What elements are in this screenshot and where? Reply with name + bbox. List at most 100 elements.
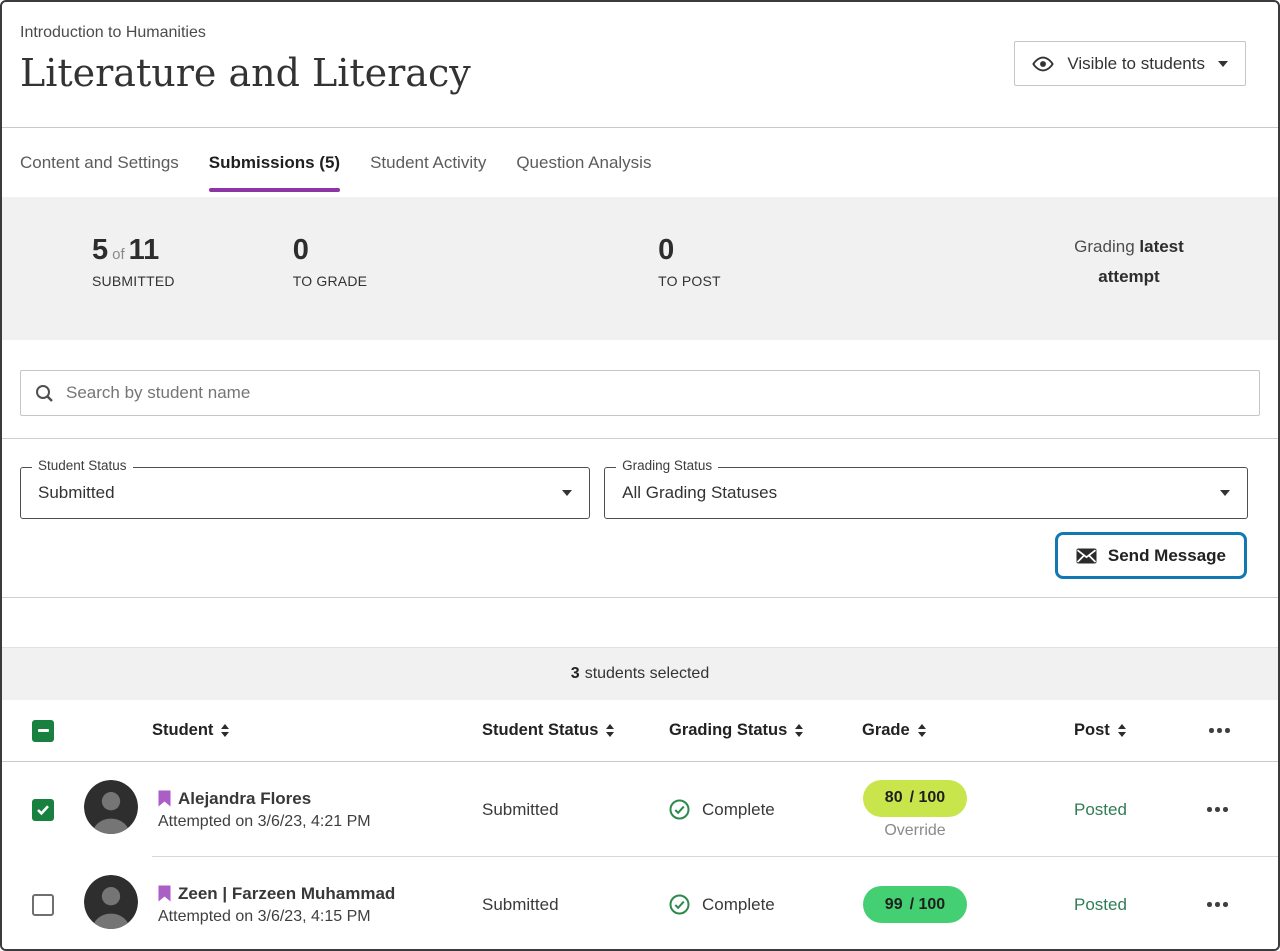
column-header-student-status[interactable]: Student Status bbox=[482, 721, 669, 740]
student-name: Alejandra Flores bbox=[178, 789, 311, 809]
table-row: Zeen | Farzeen Muhammad Attempted on 3/6… bbox=[2, 857, 1278, 951]
eye-icon bbox=[1032, 56, 1054, 72]
tab-content-and-settings[interactable]: Content and Settings bbox=[20, 128, 194, 197]
sort-arrows-icon bbox=[221, 724, 229, 737]
grade-cell: 99 / 100 bbox=[862, 886, 1074, 923]
row-checkbox-unchecked[interactable] bbox=[32, 894, 54, 916]
grade-out-of: / 100 bbox=[910, 896, 946, 914]
bookmark-icon bbox=[158, 790, 171, 807]
grade-note: Override bbox=[884, 822, 945, 840]
column-label: Post bbox=[1074, 721, 1110, 740]
student-cell[interactable]: Alejandra Flores Attempted on 3/6/23, 4:… bbox=[158, 789, 482, 831]
sort-arrows-icon bbox=[918, 724, 926, 737]
student-status-label: Student Status bbox=[32, 458, 133, 473]
column-header-post[interactable]: Post bbox=[1074, 721, 1205, 740]
check-circle-icon bbox=[669, 894, 690, 915]
tab-bar: Content and Settings Submissions (5) Stu… bbox=[2, 128, 1278, 197]
tab-student-activity[interactable]: Student Activity bbox=[355, 128, 501, 197]
sort-arrows-icon bbox=[606, 724, 614, 737]
tab-submissions[interactable]: Submissions (5) bbox=[194, 128, 355, 197]
select-all-checkbox[interactable] bbox=[32, 720, 54, 742]
ellipsis-icon bbox=[1207, 722, 1232, 739]
row-options-menu[interactable] bbox=[1205, 896, 1278, 913]
grading-prefix: Grading bbox=[1074, 237, 1134, 256]
stat-to-post: 0 TO POST bbox=[658, 234, 721, 289]
column-header-grade[interactable]: Grade bbox=[862, 721, 1074, 740]
send-message-label: Send Message bbox=[1108, 546, 1226, 566]
sort-arrows-icon bbox=[1118, 724, 1126, 737]
selected-count: 3 bbox=[571, 665, 580, 683]
header-titles: Introduction to Humanities Literature an… bbox=[20, 24, 471, 95]
grade-pill[interactable]: 99 / 100 bbox=[863, 886, 967, 923]
visibility-label: Visible to students bbox=[1067, 54, 1205, 74]
tab-label: Question Analysis bbox=[516, 153, 651, 173]
attempt-info: Attempted on 3/6/23, 4:21 PM bbox=[158, 813, 482, 831]
post-cell: Posted bbox=[1074, 800, 1205, 820]
attempt-info: Attempted on 3/6/23, 4:15 PM bbox=[158, 908, 482, 926]
bookmark-icon bbox=[158, 885, 171, 902]
select-all-cell bbox=[2, 720, 84, 742]
submission-stats-bar: 5of11 SUBMITTED 0 TO GRADE 0 TO POST Gra… bbox=[2, 197, 1278, 340]
stat-submitted: 5of11 SUBMITTED bbox=[92, 234, 175, 289]
chevron-down-icon bbox=[562, 490, 572, 496]
grade-pill[interactable]: 80 / 100 bbox=[863, 780, 967, 817]
spacer bbox=[2, 598, 1278, 647]
of-label: of bbox=[112, 246, 125, 263]
grade-score: 80 bbox=[885, 789, 903, 807]
grading-status-label: Grading Status bbox=[616, 458, 718, 473]
grading-status-select[interactable]: Grading Status All Grading Statuses bbox=[604, 467, 1248, 519]
tab-label: Content and Settings bbox=[20, 153, 179, 173]
column-header-grading-status[interactable]: Grading Status bbox=[669, 721, 862, 740]
course-name: Introduction to Humanities bbox=[20, 24, 471, 42]
grading-status-cell: Complete bbox=[669, 799, 862, 820]
row-select-cell bbox=[2, 799, 84, 821]
grade-cell: 80 / 100 Override bbox=[862, 780, 1074, 840]
stat-label: TO GRADE bbox=[293, 273, 367, 289]
tab-label: Student Activity bbox=[370, 153, 486, 173]
column-header-student[interactable]: Student bbox=[84, 721, 482, 740]
table-options-menu[interactable] bbox=[1205, 722, 1278, 739]
row-select-cell bbox=[2, 894, 84, 916]
total-count: 11 bbox=[129, 234, 160, 266]
tab-question-analysis[interactable]: Question Analysis bbox=[501, 128, 666, 197]
student-status-cell: Submitted bbox=[482, 800, 669, 820]
filter-dropdowns: Student Status Submitted Grading Status … bbox=[20, 467, 1248, 519]
grading-mode-label: Grading latest attempt bbox=[1058, 232, 1200, 292]
check-circle-icon bbox=[669, 799, 690, 820]
person-silhouette-icon bbox=[84, 780, 138, 834]
chevron-down-icon bbox=[1220, 490, 1230, 496]
page-header: Introduction to Humanities Literature an… bbox=[2, 2, 1278, 128]
table-row: Alejandra Flores Attempted on 3/6/23, 4:… bbox=[2, 762, 1278, 857]
page-title: Literature and Literacy bbox=[20, 51, 471, 95]
envelope-icon bbox=[1076, 548, 1097, 564]
student-status-cell: Submitted bbox=[482, 895, 669, 915]
column-label: Grade bbox=[862, 721, 910, 740]
grading-status-text: Complete bbox=[702, 800, 775, 820]
stat-to-grade: 0 TO GRADE bbox=[293, 234, 367, 289]
student-status-select[interactable]: Student Status Submitted bbox=[20, 467, 590, 519]
visibility-button[interactable]: Visible to students bbox=[1014, 41, 1246, 86]
column-label: Grading Status bbox=[669, 721, 787, 740]
student-cell[interactable]: Zeen | Farzeen Muhammad Attempted on 3/6… bbox=[158, 884, 482, 926]
search-input[interactable] bbox=[66, 383, 1245, 403]
row-options-menu[interactable] bbox=[1205, 801, 1278, 818]
row-checkbox-checked[interactable] bbox=[32, 799, 54, 821]
filter-section: Student Status Submitted Grading Status … bbox=[2, 439, 1278, 598]
stat-label: TO POST bbox=[658, 273, 721, 289]
to-grade-count: 0 bbox=[293, 234, 367, 267]
chevron-down-icon bbox=[1218, 61, 1228, 67]
tab-label: Submissions (5) bbox=[209, 153, 340, 173]
post-status-link[interactable]: Posted bbox=[1074, 800, 1127, 819]
post-status-link[interactable]: Posted bbox=[1074, 895, 1127, 914]
table-header-row: Student Student Status Grading Status Gr… bbox=[2, 700, 1278, 762]
stat-label: SUBMITTED bbox=[92, 273, 175, 289]
search-box bbox=[20, 370, 1260, 416]
student-name: Zeen | Farzeen Muhammad bbox=[178, 884, 395, 904]
ellipsis-icon bbox=[1205, 896, 1278, 913]
sort-arrows-icon bbox=[795, 724, 803, 737]
grade-out-of: / 100 bbox=[910, 789, 946, 807]
search-section bbox=[2, 340, 1278, 439]
post-cell: Posted bbox=[1074, 895, 1205, 915]
send-message-button[interactable]: Send Message bbox=[1055, 532, 1247, 579]
person-silhouette-icon bbox=[84, 875, 138, 929]
